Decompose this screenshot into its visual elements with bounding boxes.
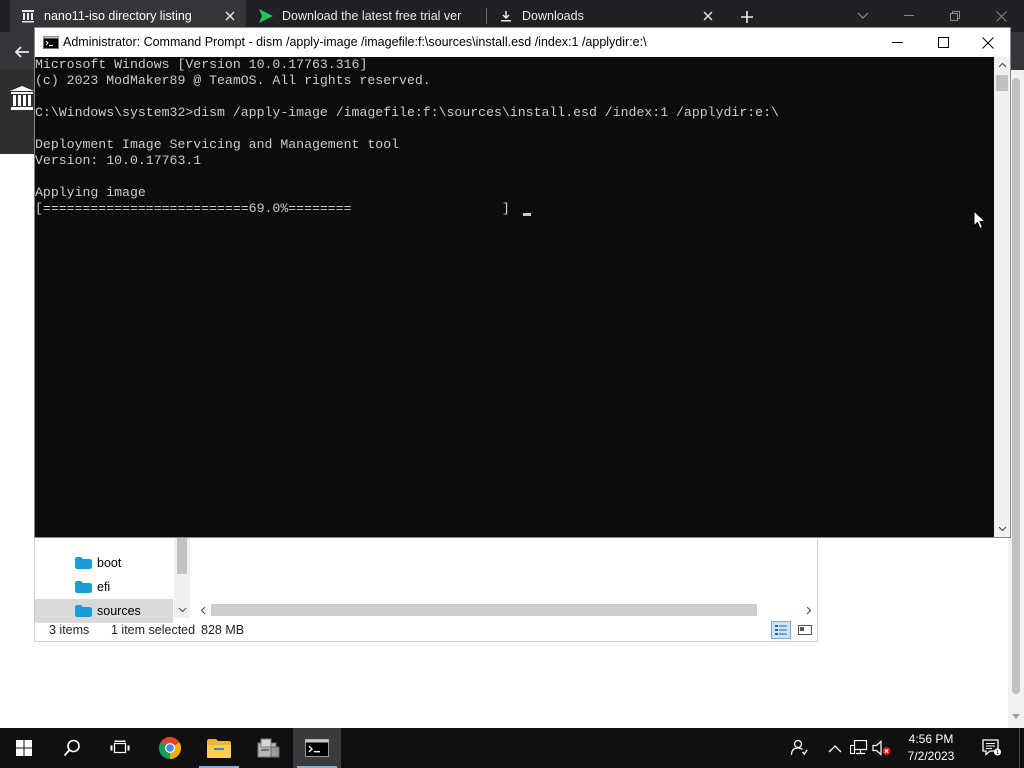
- close-icon[interactable]: [222, 8, 238, 24]
- archive-logo-icon[interactable]: [8, 84, 36, 112]
- arrow-left-icon: [14, 44, 30, 60]
- nav-item-boot[interactable]: boot: [35, 551, 173, 575]
- chrome-button[interactable]: [146, 728, 194, 768]
- search-icon: [63, 739, 81, 757]
- new-tab-button[interactable]: [736, 6, 758, 28]
- console-output[interactable]: Microsoft Windows [Version 10.0.17763.31…: [35, 57, 994, 537]
- minimize-icon: [891, 41, 903, 44]
- cmd-close-button[interactable]: [965, 28, 1011, 57]
- console-line: (c) 2023 ModMaker89 @ TeamOS. All rights…: [35, 73, 431, 88]
- console-line: Microsoft Windows [Version 10.0.17763.31…: [35, 57, 368, 72]
- close-icon: [982, 36, 994, 49]
- command-prompt-icon: [43, 36, 59, 49]
- text-cursor: [523, 213, 531, 216]
- task-view-icon: [110, 740, 130, 756]
- large-icons-view-button[interactable]: [795, 621, 815, 639]
- installer-icon: [256, 737, 280, 759]
- command-prompt-icon: [305, 739, 329, 757]
- clock-date: 7/2/2023: [907, 749, 955, 763]
- volume-muted-icon[interactable]: [872, 738, 892, 758]
- mouse-pointer-icon: [973, 210, 987, 230]
- folder-name: sources: [97, 604, 141, 618]
- network-icon[interactable]: [849, 738, 869, 758]
- horizontal-scroll-thumb[interactable]: [211, 604, 757, 616]
- chevron-down-icon: [857, 12, 869, 20]
- page-scroll-thumb[interactable]: [1012, 78, 1020, 694]
- folder-name: efi: [97, 580, 111, 594]
- details-view-icon: [774, 624, 788, 636]
- explorer-status-bar: 3 items 1 item selected 828 MB: [35, 618, 817, 642]
- task-view-button[interactable]: [96, 728, 144, 768]
- chevron-down-icon: [998, 526, 1007, 532]
- console-line: Applying image: [35, 185, 146, 200]
- people-icon[interactable]: [789, 738, 809, 758]
- file-explorer-button[interactable]: [195, 728, 243, 768]
- file-explorer-window: boot efi sources 3 items 1 item selected…: [34, 530, 818, 642]
- search-button[interactable]: [48, 728, 96, 768]
- clock-time: 4:56 PM: [908, 732, 954, 746]
- command-prompt-window: Administrator: Command Prompt - dism /ap…: [34, 27, 1011, 538]
- tab-title: Download the latest free trial ver: [282, 9, 462, 23]
- scroll-left-button[interactable]: [195, 602, 211, 618]
- chrome-icon: [158, 736, 182, 760]
- close-icon[interactable]: [700, 8, 716, 24]
- tab-title: nano11-iso directory listing: [44, 9, 192, 23]
- cmd-maximize-button[interactable]: [920, 28, 966, 57]
- console-line: Version: 10.0.17763.1: [35, 153, 202, 168]
- plus-icon: [740, 10, 754, 24]
- windows-start-icon: [16, 740, 32, 756]
- cmd-title-bar[interactable]: Administrator: Command Prompt - dism /ap…: [35, 28, 1010, 57]
- arrow-logo-icon: [258, 8, 274, 24]
- tab-separator: [486, 8, 487, 24]
- nav-item-efi[interactable]: efi: [35, 575, 173, 599]
- notification-icon[interactable]: 1: [982, 738, 1002, 758]
- cmd-minimize-button[interactable]: [874, 28, 920, 57]
- taskbar: 4:56 PM 7/2/2023 1: [0, 728, 1024, 768]
- selection-size: 828 MB: [201, 623, 245, 637]
- restore-icon: [950, 11, 960, 21]
- installer-button[interactable]: [244, 728, 292, 768]
- selection-count: 1 item selected: [111, 623, 196, 637]
- maximize-icon: [937, 37, 949, 48]
- system-clock[interactable]: 4:56 PM 7/2/2023: [894, 731, 968, 765]
- svg-text:1: 1: [996, 750, 999, 756]
- command-prompt-taskbar-button[interactable]: [293, 728, 341, 768]
- minimize-icon: [904, 15, 914, 17]
- chevron-down-icon: [178, 607, 187, 613]
- navigation-pane: boot efi sources: [35, 538, 173, 623]
- chevron-up-icon: [998, 62, 1007, 68]
- console-scroll-down-button[interactable]: [994, 521, 1010, 537]
- folder-icon: [75, 605, 92, 617]
- progress-bar-text: [==========================69.0%========…: [35, 201, 510, 216]
- chevron-down-icon: [1012, 714, 1020, 720]
- folder-icon: [75, 581, 92, 593]
- tab-title: Downloads: [522, 9, 584, 23]
- chevron-right-icon: [806, 606, 812, 615]
- folder-name: boot: [97, 556, 122, 570]
- large-icons-view-icon: [798, 624, 812, 636]
- file-explorer-icon: [207, 738, 231, 758]
- nav-pane-scroll-thumb[interactable]: [177, 538, 187, 574]
- close-icon: [995, 10, 1007, 22]
- chevron-up-icon[interactable]: [825, 738, 845, 758]
- start-button[interactable]: [0, 728, 48, 768]
- archive-icon: [20, 8, 36, 24]
- back-button[interactable]: [10, 40, 34, 64]
- console-line: Deployment Image Servicing and Managemen…: [35, 137, 400, 152]
- item-count: 3 items: [49, 623, 90, 637]
- chevron-left-icon: [200, 606, 206, 615]
- folder-icon: [75, 557, 92, 569]
- nav-scroll-down-button[interactable]: [174, 602, 190, 618]
- console-scrollbar[interactable]: [994, 57, 1010, 537]
- console-line: C:\Windows\system32>dism /apply-image /i…: [35, 105, 779, 120]
- details-view-button[interactable]: [771, 621, 791, 639]
- cmd-window-title: Administrator: Command Prompt - dism /ap…: [63, 35, 647, 49]
- scroll-right-button[interactable]: [801, 602, 817, 618]
- console-scroll-thumb[interactable]: [996, 75, 1008, 91]
- console-scroll-up-button[interactable]: [994, 57, 1010, 73]
- page-scroll-down-button[interactable]: [1008, 708, 1024, 726]
- show-desktop-button[interactable]: [1019, 728, 1024, 768]
- download-icon: [498, 8, 514, 24]
